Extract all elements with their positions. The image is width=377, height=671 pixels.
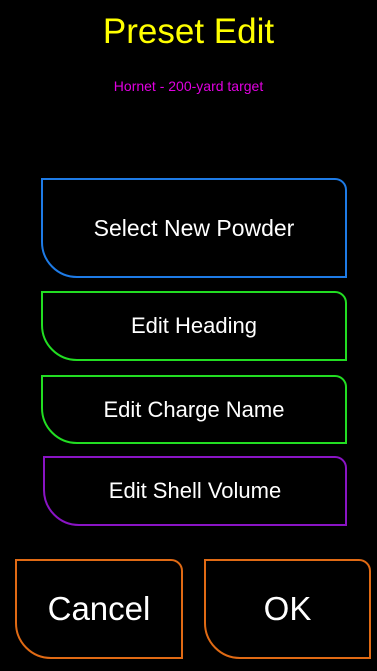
- select-new-powder-button[interactable]: Select New Powder: [41, 178, 347, 278]
- edit-shell-volume-button[interactable]: Edit Shell Volume: [43, 456, 347, 526]
- page-title: Preset Edit: [102, 12, 275, 51]
- cancel-label: Cancel: [47, 590, 151, 627]
- select-new-powder-label: Select New Powder: [93, 214, 295, 241]
- cancel-button[interactable]: Cancel: [15, 559, 183, 659]
- edit-heading-label: Edit Heading: [131, 313, 257, 338]
- preset-name-subtitle: Hornet - 200-yard target: [113, 78, 264, 94]
- edit-shell-volume-label: Edit Shell Volume: [108, 478, 282, 503]
- edit-heading-button[interactable]: Edit Heading: [41, 291, 347, 361]
- edit-charge-name-button[interactable]: Edit Charge Name: [41, 375, 347, 444]
- ok-label: OK: [263, 590, 312, 627]
- edit-charge-name-label: Edit Charge Name: [103, 396, 285, 422]
- ok-button[interactable]: OK: [204, 559, 371, 659]
